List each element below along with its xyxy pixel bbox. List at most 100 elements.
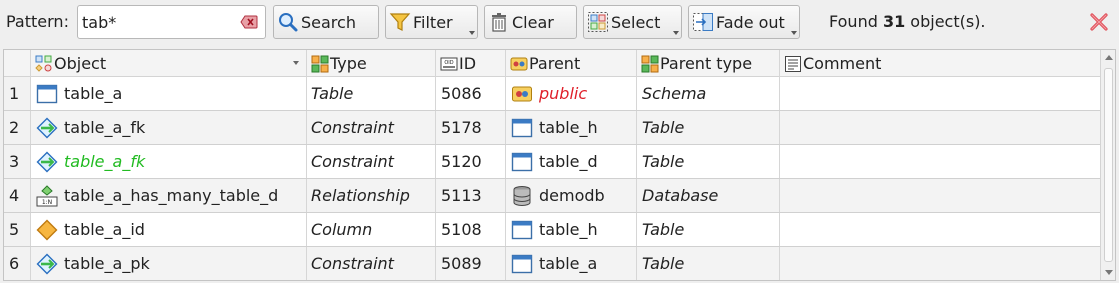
chevron-down-icon: [673, 31, 679, 35]
type-cell: Constraint: [307, 145, 436, 178]
header-comment[interactable]: Comment: [780, 50, 1100, 77]
table-row[interactable]: 5 table_a_id Column 5108 table_h Table: [4, 213, 1100, 247]
parent-name: table_h: [539, 118, 598, 137]
select-button[interactable]: Select: [583, 5, 682, 39]
comment-cell[interactable]: [780, 111, 1100, 144]
id-cell: 5120: [436, 145, 506, 178]
header-parent-type[interactable]: Parent type: [637, 50, 780, 77]
clear-text-icon[interactable]: [240, 15, 258, 29]
object-name: table_a_fk: [64, 118, 146, 137]
schema-icon: [511, 83, 533, 105]
table-row[interactable]: 4 1:N table_a_has_many_table_d Relationship…: [4, 179, 1100, 213]
parent-icon: [510, 57, 528, 70]
table-header: Object Type OID ID Parent Parent type Co…: [4, 50, 1100, 77]
object-cell[interactable]: table_a_pk: [31, 247, 307, 280]
close-icon[interactable]: [1088, 11, 1110, 33]
header-id-label: ID: [459, 54, 477, 73]
object-icon: [35, 55, 52, 72]
found-prefix: Found: [829, 12, 883, 31]
parent-name: table_a: [539, 254, 598, 273]
parent-cell[interactable]: demodb: [506, 179, 637, 212]
parent-name: demodb: [539, 186, 605, 205]
found-suffix: object(s).: [905, 12, 986, 31]
type-cell: Relationship: [307, 179, 436, 212]
object-cell[interactable]: table_a_fk: [31, 111, 307, 144]
search-icon: [279, 13, 298, 32]
scroll-up-icon[interactable]: [1105, 55, 1113, 60]
comment-cell[interactable]: [780, 213, 1100, 246]
parent-cell[interactable]: table_h: [506, 213, 637, 246]
scroll-thumb[interactable]: [1104, 68, 1113, 262]
found-count: 31: [882, 12, 906, 31]
row-number: 5: [4, 213, 31, 246]
table-row[interactable]: 6 table_a_pk Constraint 5089 table_a Table: [4, 247, 1100, 280]
header-id[interactable]: OID ID: [436, 50, 506, 77]
pattern-input[interactable]: [78, 6, 228, 38]
clear-button-label: Clear: [512, 12, 554, 32]
comment-icon: [785, 55, 801, 72]
type-icon: [311, 55, 329, 72]
sort-arrow-icon: [293, 61, 299, 65]
row-number: 4: [4, 179, 31, 212]
vertical-scrollbar[interactable]: [1100, 50, 1115, 280]
parent-cell[interactable]: table_a: [506, 247, 637, 280]
object-cell[interactable]: 1:N table_a_has_many_table_d: [31, 179, 307, 212]
id-cell: 5178: [436, 111, 506, 144]
parent-name: public: [539, 84, 588, 103]
parent-type-cell: Table: [637, 247, 780, 280]
object-cell[interactable]: table_a: [31, 77, 307, 110]
filter-button-label: Filter: [413, 12, 453, 32]
comment-cell[interactable]: [780, 77, 1100, 110]
parent-type-cell: Table: [637, 145, 780, 178]
fade-out-button[interactable]: Fade out: [688, 5, 800, 39]
comment-cell[interactable]: [780, 145, 1100, 178]
parent-type-cell: Schema: [637, 77, 780, 110]
comment-cell[interactable]: [780, 179, 1100, 212]
parent-cell[interactable]: table_d: [506, 145, 637, 178]
table-icon: [511, 219, 533, 241]
svg-text:OID: OID: [444, 60, 453, 66]
clear-button[interactable]: Clear: [484, 5, 577, 39]
search-button-label: Search: [301, 12, 356, 32]
header-corner: [4, 50, 31, 77]
found-status: Found 31 object(s).: [829, 12, 986, 31]
parent-name: table_d: [539, 152, 598, 171]
pattern-input-box[interactable]: [77, 5, 266, 39]
relationship-icon: 1:N: [36, 184, 58, 207]
toolbar: Pattern: Search Filter Clear: [0, 0, 1119, 46]
database-icon: [511, 185, 533, 207]
table-row[interactable]: 1 table_a Table 5086 public Schema: [4, 77, 1100, 111]
comment-cell[interactable]: [780, 247, 1100, 280]
row-number: 3: [4, 145, 31, 178]
header-parent[interactable]: Parent: [506, 50, 637, 77]
header-object[interactable]: Object: [31, 50, 307, 77]
id-cell: 5108: [436, 213, 506, 246]
object-cell[interactable]: table_a_id: [31, 213, 307, 246]
header-type[interactable]: Type: [307, 50, 436, 77]
object-name: table_a_fk: [64, 152, 146, 171]
funnel-icon: [389, 13, 411, 31]
parent-type-icon: [641, 55, 659, 72]
id-cell: 5086: [436, 77, 506, 110]
parent-cell[interactable]: table_h: [506, 111, 637, 144]
object-cell[interactable]: table_a_fk: [31, 145, 307, 178]
header-parent-type-label: Parent type: [660, 54, 753, 73]
id-cell: 5089: [436, 247, 506, 280]
fade-out-button-label: Fade out: [716, 12, 785, 32]
parent-type-cell: Table: [637, 111, 780, 144]
table-row[interactable]: 3 table_a_fk Constraint 5120 table_d Table: [4, 145, 1100, 179]
select-objects-icon: [588, 12, 608, 32]
column-icon: [36, 219, 58, 241]
scroll-down-icon[interactable]: [1105, 270, 1113, 275]
oid-icon: OID: [440, 57, 458, 70]
filter-button[interactable]: Filter: [385, 5, 478, 39]
chevron-down-icon: [791, 31, 797, 35]
table-icon: [511, 253, 533, 275]
search-button[interactable]: Search: [273, 5, 379, 39]
table-icon: [511, 151, 533, 173]
parent-type-cell: Database: [637, 179, 780, 212]
table-row[interactable]: 2 table_a_fk Constraint 5178 table_h Table: [4, 111, 1100, 145]
parent-cell[interactable]: public: [506, 77, 637, 110]
results-table[interactable]: Object Type OID ID Parent Parent type Co…: [3, 49, 1116, 281]
constraint-icon: [36, 253, 58, 275]
